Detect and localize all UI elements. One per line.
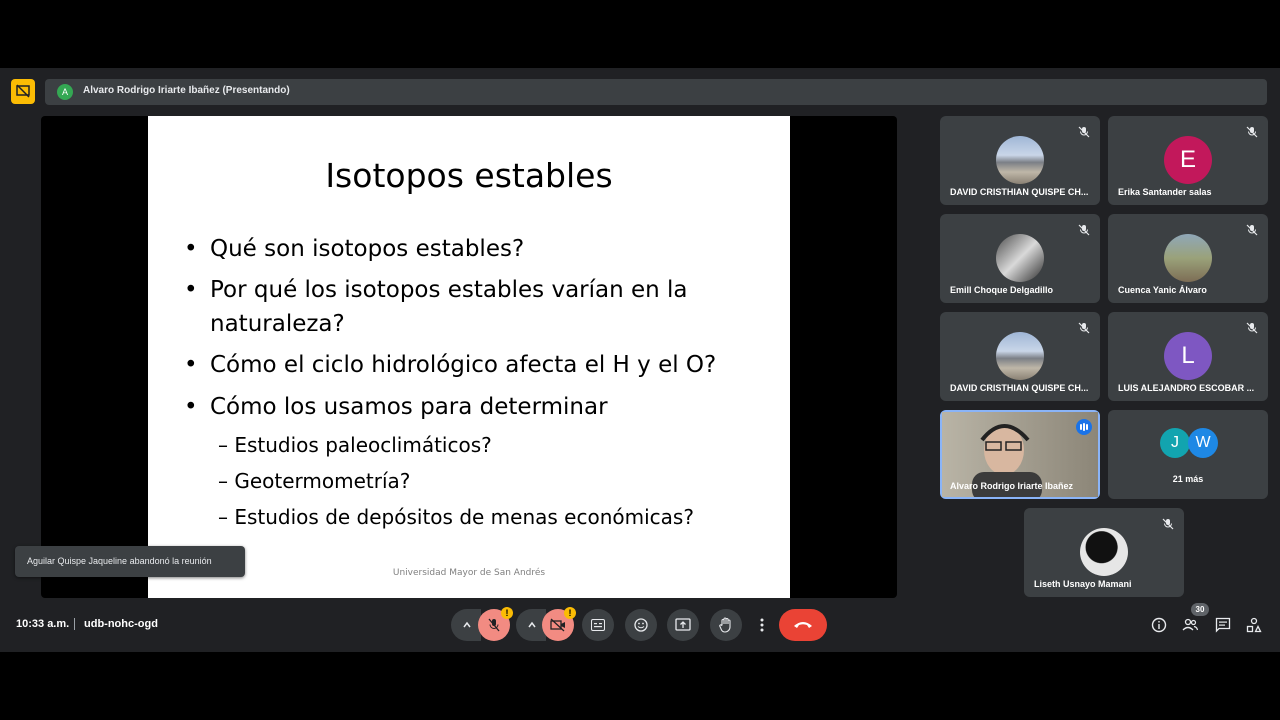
people-icon[interactable] <box>1182 617 1198 633</box>
participant-avatar: W <box>1188 428 1218 458</box>
participant-name: DAVID CRISTHIAN QUISPE CH... <box>950 383 1089 393</box>
meeting-code: udb-nohc-ogd <box>84 618 158 630</box>
participant-avatar <box>996 332 1044 380</box>
more-options-button[interactable] <box>752 609 772 641</box>
slide-bullet: • Cómo el ciclo hidrológico afecta el H y… <box>184 352 717 378</box>
captions-button[interactable] <box>582 609 614 641</box>
mic-off-icon <box>1162 518 1174 530</box>
participant-avatar: L <box>1164 332 1212 380</box>
speaking-indicator-icon <box>1076 419 1092 435</box>
participant-avatar: J <box>1160 428 1190 458</box>
captions-icon <box>591 619 605 631</box>
mic-off-icon <box>1078 322 1090 334</box>
presentation-stage: Isotopos estables • Qué son isotopos esta… <box>41 116 897 598</box>
people-count-badge: 30 <box>1191 603 1209 616</box>
slide-bullet-continuation: naturaleza? <box>210 311 345 337</box>
audio-options-button[interactable] <box>451 609 481 641</box>
participant-name: Cuenca Yanic Álvaro <box>1118 285 1207 295</box>
more-vert-icon <box>760 618 764 632</box>
present-button[interactable] <box>667 609 699 641</box>
participant-tile[interactable]: Emill Choque Delgadillo <box>940 214 1100 303</box>
more-participants-label: 21 más <box>1172 474 1204 484</box>
camera-warning-icon: ! <box>564 607 576 619</box>
more-participants-tile[interactable]: J W 21 más <box>1108 410 1268 499</box>
notification-toast: Aguilar Quispe Jaqueline abandonó la reu… <box>15 546 245 577</box>
participant-name: LUIS ALEJANDRO ESCOBAR ... <box>1118 383 1255 393</box>
camera-off-icon <box>550 618 565 632</box>
participant-avatar <box>1080 528 1128 576</box>
hang-up-icon <box>794 622 812 628</box>
divider <box>74 618 75 630</box>
slide-sub-bullet: – Estudios paleoclimáticos? <box>218 433 492 457</box>
slide-title: Isotopos estables <box>325 156 613 195</box>
chevron-up-icon <box>463 621 471 628</box>
slide-bullet: • Qué son isotopos estables? <box>184 236 525 262</box>
participant-tile-active-speaker[interactable]: Alvaro Rodrigo Iriarte Ibañez <box>940 410 1100 499</box>
participant-avatar: E <box>1164 136 1212 184</box>
participant-name: Liseth Usnayo Mamani <box>1034 579 1132 589</box>
slide: Isotopos estables • Qué son isotopos esta… <box>148 116 790 598</box>
mic-off-icon <box>1246 322 1258 334</box>
clock: 10:33 a.m. <box>16 618 70 630</box>
participant-tile[interactable]: Cuenca Yanic Álvaro <box>1108 214 1268 303</box>
participant-avatar <box>1164 234 1212 282</box>
meet-window: A Alvaro Rodrigo Iriarte Ibañez (Present… <box>0 68 1280 652</box>
present-screen-icon <box>675 618 691 631</box>
participant-avatar <box>996 234 1044 282</box>
participant-tile[interactable]: L LUIS ALEJANDRO ESCOBAR ... <box>1108 312 1268 401</box>
participant-name: Alvaro Rodrigo Iriarte Ibañez <box>950 481 1074 491</box>
mic-off-icon <box>488 618 500 632</box>
mic-off-icon <box>1078 126 1090 138</box>
activities-icon[interactable] <box>1246 617 1262 633</box>
mic-off-icon <box>1246 126 1258 138</box>
slide-bullet: • Por qué los isotopos estables varían en… <box>184 277 688 303</box>
participant-tile[interactable]: DAVID CRISTHIAN QUISPE CH... <box>940 116 1100 205</box>
mic-off-icon <box>1246 224 1258 236</box>
participant-tile[interactable]: E Erika Santander salas <box>1108 116 1268 205</box>
participant-tile[interactable]: Liseth Usnayo Mamani <box>1024 508 1184 597</box>
end-call-button[interactable] <box>779 609 827 641</box>
chat-icon[interactable] <box>1215 617 1231 633</box>
participant-name: Erika Santander salas <box>1118 187 1212 197</box>
stop-presenting-icon[interactable] <box>11 79 35 104</box>
slide-sub-bullet: – Geotermometría? <box>218 469 411 493</box>
slide-bullet: • Cómo los usamos para determinar <box>184 394 608 420</box>
participant-name: DAVID CRISTHIAN QUISPE CH... <box>950 187 1089 197</box>
presenter-banner: A Alvaro Rodrigo Iriarte Ibañez (Present… <box>45 79 1267 105</box>
slide-sub-bullet: – Estudios de depósitos de menas económi… <box>218 505 694 529</box>
mic-warning-icon: ! <box>501 607 513 619</box>
participant-tile[interactable]: DAVID CRISTHIAN QUISPE CH... <box>940 312 1100 401</box>
presenter-label: Alvaro Rodrigo Iriarte Ibañez (Presentan… <box>83 85 290 96</box>
reactions-button[interactable] <box>625 609 657 641</box>
raise-hand-button[interactable] <box>710 609 742 641</box>
chevron-up-icon <box>528 621 536 628</box>
mic-off-icon <box>1078 224 1090 236</box>
hand-icon <box>719 617 731 633</box>
info-icon[interactable] <box>1151 617 1167 633</box>
presenter-avatar: A <box>57 84 73 100</box>
participant-name: Emill Choque Delgadillo <box>950 285 1054 295</box>
participant-avatar <box>996 136 1044 184</box>
emoji-icon <box>634 618 648 632</box>
